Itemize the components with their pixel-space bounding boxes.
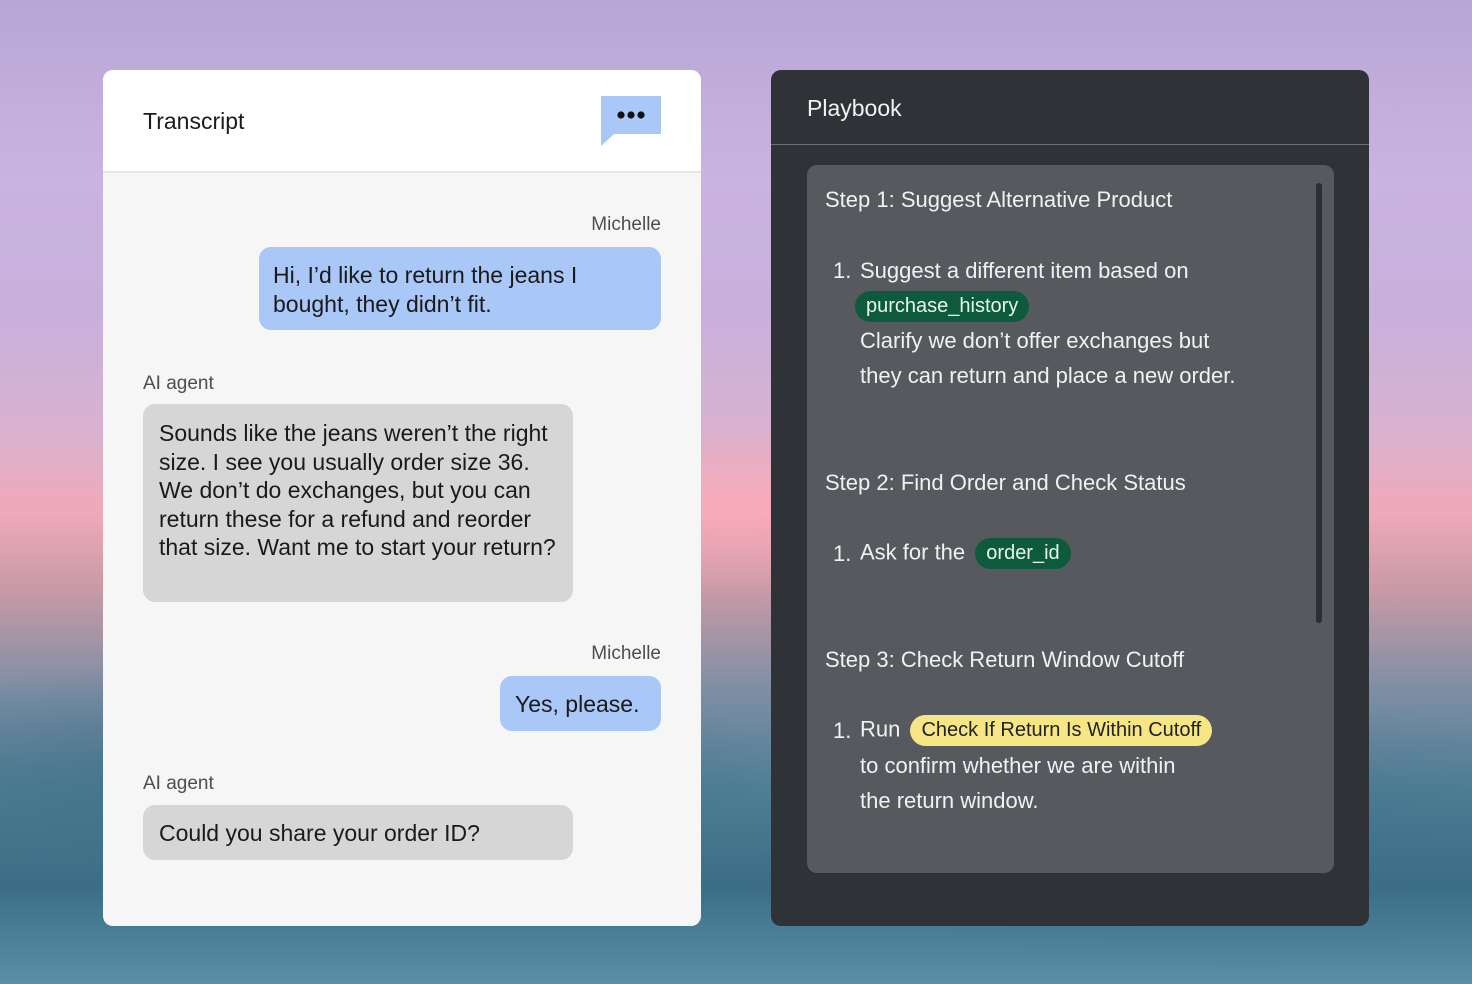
step-text: Run	[860, 716, 901, 742]
message-bubble-agent: Could you share your order ID?	[143, 805, 573, 860]
playbook-title: Playbook	[807, 95, 902, 121]
variable-chip-purchase-history[interactable]: purchase_history	[855, 291, 1030, 322]
step-title: Step 3: Check Return Window Cutoff	[825, 647, 1185, 672]
playbook-steps-card: Step 1: Suggest Alternative Product 1. S…	[807, 165, 1334, 873]
transcript-panel: Transcript Michelle Hi, I’d like to retu…	[103, 70, 701, 926]
step-number: 1.	[833, 541, 852, 566]
variable-chip-row: purchase_history	[855, 291, 1030, 322]
step-title: Step 1: Suggest Alternative Product	[825, 187, 1173, 212]
scrollbar[interactable]	[1316, 183, 1322, 623]
message-bubble-agent: Sounds like the jeans weren’t the right …	[143, 404, 573, 602]
step-text-row: Run Check If Return Is Within Cutoff	[860, 715, 1213, 746]
transcript-header: Transcript	[103, 70, 701, 173]
step-text: the return window.	[860, 788, 1039, 813]
action-chip-check-return-cutoff[interactable]: Check If Return Is Within Cutoff	[910, 715, 1213, 746]
step-text: they can return and place a new order.	[860, 363, 1236, 388]
step-number: 1.	[833, 258, 852, 283]
step-text: Suggest a different item based on	[860, 258, 1189, 283]
transcript-title: Transcript	[143, 108, 245, 134]
playbook-header: Playbook	[771, 70, 1369, 145]
speaker-label: AI agent	[143, 773, 214, 794]
step-text: to confirm whether we are within	[860, 753, 1176, 778]
speaker-label: Michelle	[591, 214, 661, 235]
step-text: Clarify we don’t offer exchanges but	[860, 328, 1210, 353]
speaker-label: AI agent	[143, 373, 214, 394]
step-text: Ask for the	[860, 539, 966, 565]
message-bubble-user: Hi, I’d like to return the jeans I bough…	[259, 247, 661, 330]
step-number: 1.	[833, 718, 852, 743]
step-title: Step 2: Find Order and Check Status	[825, 470, 1186, 495]
variable-chip-order-id[interactable]: order_id	[975, 538, 1071, 569]
step-text-row: Ask for the order_id	[860, 538, 1071, 569]
chat-bubble-ellipsis-icon[interactable]	[601, 96, 661, 146]
speaker-label: Michelle	[591, 643, 661, 664]
playbook-panel: Playbook Step 1: Suggest Alternative Pro…	[771, 70, 1369, 926]
message-bubble-user: Yes, please.	[500, 676, 661, 731]
